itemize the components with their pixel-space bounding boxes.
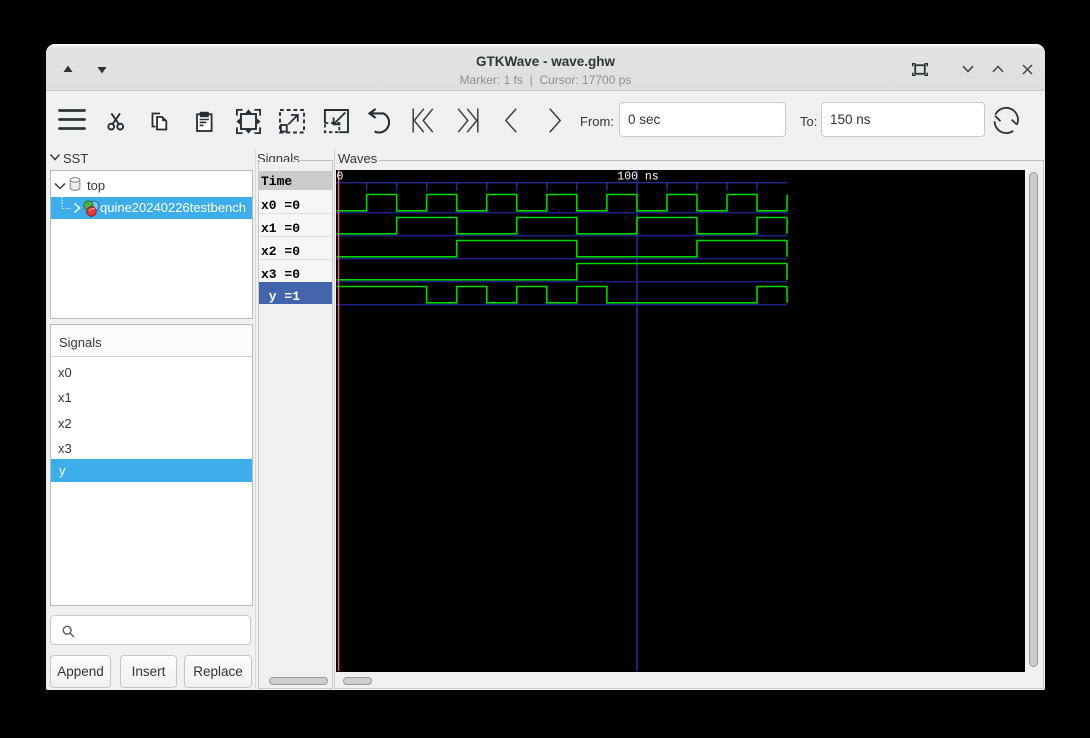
svg-text:100 ns: 100 ns [617,171,658,184]
svg-text:0: 0 [337,171,344,184]
